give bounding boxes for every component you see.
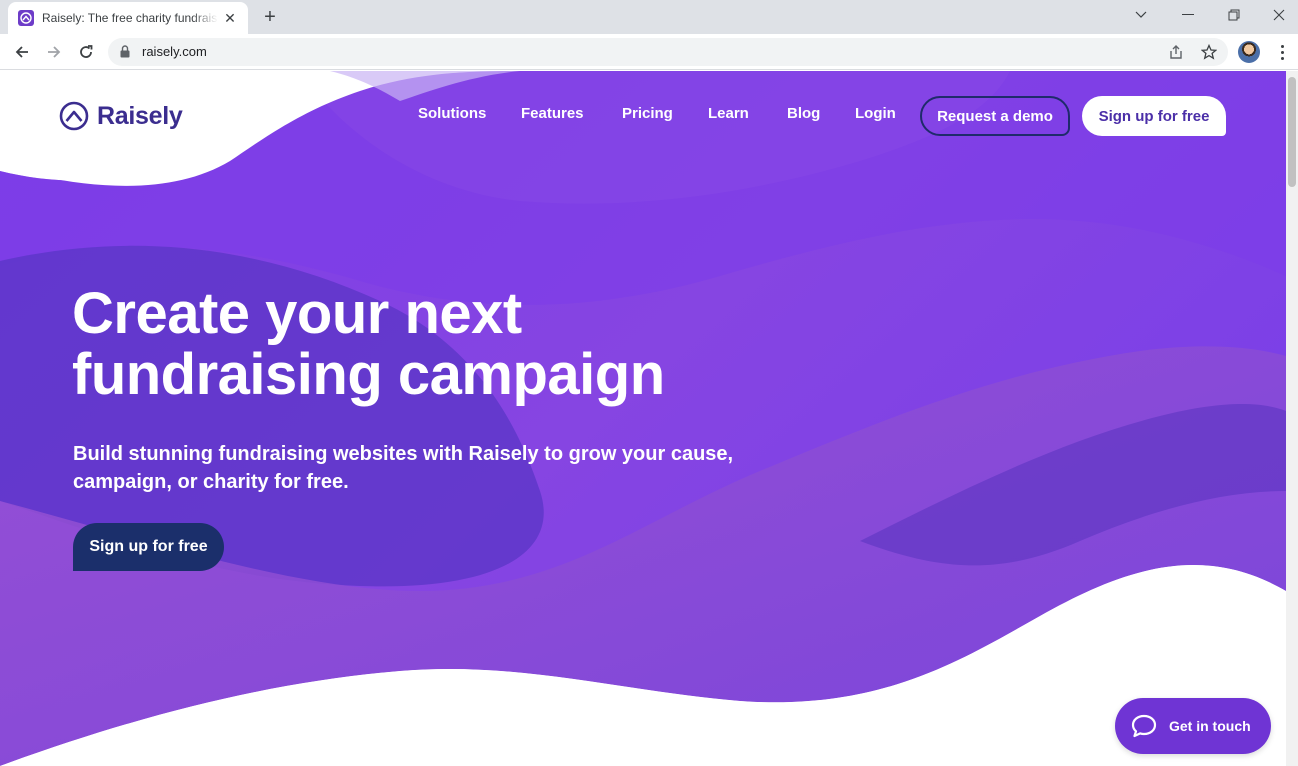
raisely-logo-icon bbox=[59, 101, 89, 131]
restore-button[interactable] bbox=[1211, 0, 1257, 30]
nav-features[interactable]: Features bbox=[521, 105, 584, 122]
nav-pricing[interactable]: Pricing bbox=[622, 105, 673, 122]
browser-tab[interactable]: Raisely: The free charity fundraising ✕ bbox=[8, 2, 248, 34]
hero-title-line-1: Create your next bbox=[72, 281, 522, 346]
nav-solutions[interactable]: Solutions bbox=[418, 105, 486, 122]
hero-subtitle-line-2: campaign, or charity for free. bbox=[73, 471, 349, 493]
url-text: raisely.com bbox=[142, 44, 207, 59]
get-in-touch-widget[interactable]: Get in touch bbox=[1115, 698, 1271, 754]
get-in-touch-label: Get in touch bbox=[1169, 718, 1251, 734]
hero-wave-background bbox=[0, 71, 1286, 766]
minimize-button[interactable] bbox=[1165, 0, 1211, 30]
close-window-button[interactable] bbox=[1256, 0, 1298, 30]
raisely-logo[interactable]: Raisely bbox=[59, 101, 183, 131]
address-bar[interactable]: raisely.com bbox=[108, 38, 1228, 66]
chat-bubble-icon bbox=[1131, 714, 1157, 738]
new-tab-button[interactable]: + bbox=[258, 6, 282, 30]
hero-signup-button[interactable]: Sign up for free bbox=[73, 523, 224, 571]
hero-subtitle-line-1: Build stunning fundraising websites with… bbox=[73, 443, 734, 465]
back-arrow-icon[interactable] bbox=[10, 40, 34, 64]
nav-login[interactable]: Login bbox=[855, 105, 896, 122]
scrollbar-thumb[interactable] bbox=[1288, 77, 1296, 187]
hero-title: Create your next fundraising campaign bbox=[72, 283, 772, 405]
page-scrollbar[interactable] bbox=[1286, 71, 1298, 766]
hero-title-line-2: fundraising campaign bbox=[72, 342, 665, 407]
tab-title: Raisely: The free charity fundraising bbox=[42, 11, 218, 25]
nav-blog[interactable]: Blog bbox=[787, 105, 820, 122]
browser-toolbar: raisely.com bbox=[0, 34, 1298, 70]
nav-learn[interactable]: Learn bbox=[708, 105, 749, 122]
page-viewport: Raisely Solutions Features Pricing Learn… bbox=[0, 71, 1286, 766]
browser-menu-icon[interactable] bbox=[1272, 42, 1292, 62]
signup-header-button[interactable]: Sign up for free bbox=[1082, 96, 1226, 136]
reload-icon[interactable] bbox=[74, 40, 98, 64]
profile-avatar[interactable] bbox=[1238, 41, 1260, 63]
request-demo-button[interactable]: Request a demo bbox=[920, 96, 1070, 136]
tab-close-icon[interactable]: ✕ bbox=[222, 10, 238, 27]
hero-subtitle: Build stunning fundraising websites with… bbox=[73, 440, 793, 496]
share-icon[interactable] bbox=[1168, 44, 1184, 60]
bookmark-star-icon[interactable] bbox=[1200, 43, 1218, 60]
tab-search-icon[interactable] bbox=[1118, 0, 1164, 30]
logo-text: Raisely bbox=[97, 101, 183, 130]
lock-icon bbox=[120, 45, 130, 63]
raisely-favicon-icon bbox=[18, 10, 34, 26]
forward-arrow-icon[interactable] bbox=[42, 40, 66, 64]
tab-strip: Raisely: The free charity fundraising ✕ … bbox=[0, 0, 1298, 34]
